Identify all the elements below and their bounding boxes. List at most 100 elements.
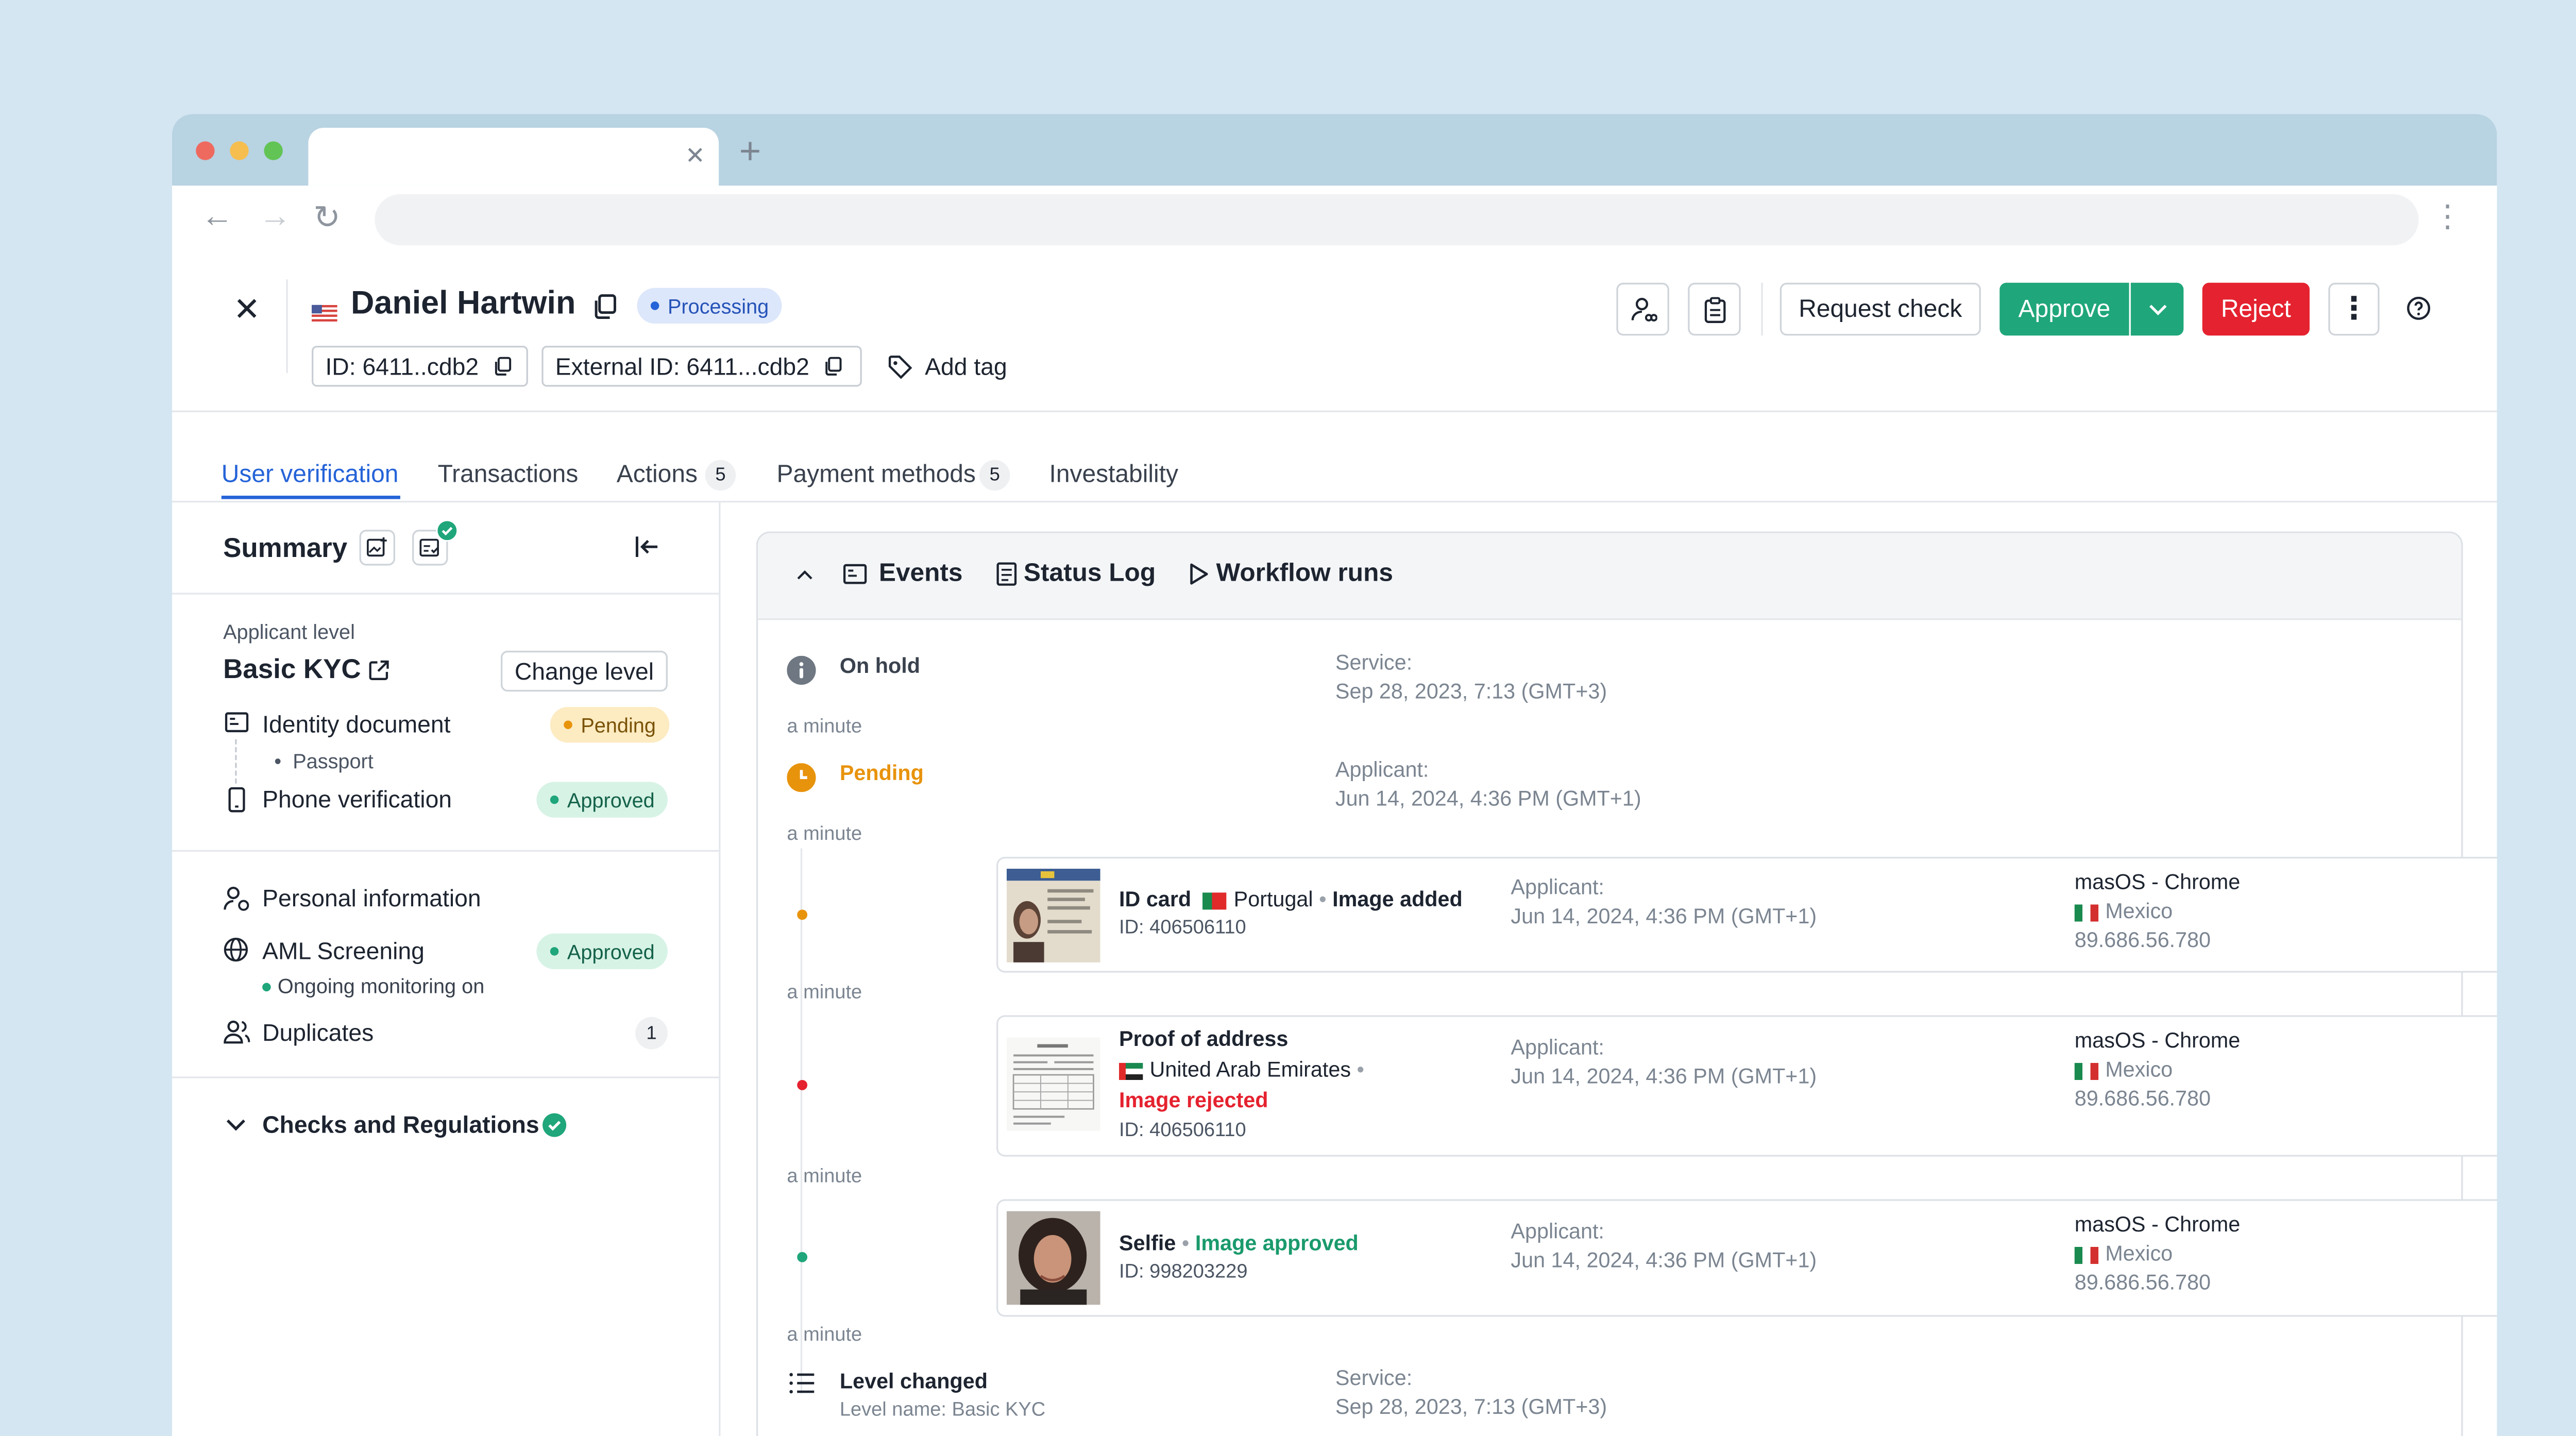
browser-tab[interactable]: ✕ (308, 127, 719, 186)
user-link-button[interactable] (1616, 282, 1669, 336)
copy-name-icon[interactable] (591, 293, 618, 320)
tag-icon[interactable] (887, 354, 913, 380)
aml-screening-label[interactable]: AML Screening (262, 937, 425, 964)
tab-payment-methods[interactable]: Payment methods (777, 462, 976, 489)
close-icon[interactable]: ✕ (233, 291, 261, 330)
minimize-window-dot[interactable] (230, 141, 249, 160)
clipboard-button[interactable] (1688, 282, 1741, 336)
selfie-event-card[interactable]: Selfie • Image approved ID: 998203229 Ap… (996, 1199, 2497, 1317)
reject-button[interactable]: Reject (2202, 282, 2310, 336)
tab-status-log[interactable]: Status Log (1024, 559, 1156, 587)
tab-investability[interactable]: Investability (1049, 462, 1178, 489)
id-card-id: ID: 406506110 (1119, 918, 1246, 939)
forward-icon[interactable]: → (259, 199, 292, 237)
tab-actions[interactable]: Actions (617, 462, 698, 489)
selfie-thumbnail[interactable] (1006, 1211, 1100, 1305)
browser-window: ✕ + ← → ↻ ⋮ ✕ Daniel Hartwin Processing … (172, 114, 2497, 1436)
phone-verification-label[interactable]: Phone verification (262, 785, 452, 813)
applicant-level-label: Applicant level (223, 620, 355, 644)
address-title: Proof of address (1119, 1027, 1289, 1051)
tab-workflow-runs[interactable]: Workflow runs (1216, 559, 1393, 587)
copy-external-id-icon[interactable] (823, 356, 843, 377)
id-card-geo: Mexico (2074, 900, 2173, 923)
tree-connector (235, 739, 239, 784)
selfie-time: Jun 14, 2024, 4:36 PM (GMT+1) (1511, 1248, 1817, 1273)
copy-id-icon[interactable] (493, 356, 513, 377)
external-id-chip[interactable]: External ID: 6411...cdb2 (541, 346, 862, 387)
selfie-geo-label: Mexico (2105, 1242, 2173, 1266)
timeline-dot (797, 1252, 808, 1262)
add-image-button[interactable] (359, 530, 395, 566)
stage: ✕ + ← → ↻ ⋮ ✕ Daniel Hartwin Processing … (0, 0, 2576, 1436)
reload-icon[interactable]: ↻ (313, 199, 341, 239)
personal-information-label[interactable]: Personal information (262, 884, 481, 911)
address-bar[interactable] (375, 194, 2419, 246)
help-icon[interactable] (2406, 296, 2430, 320)
checks-regulations-label[interactable]: Checks and Regulations (262, 1111, 539, 1138)
monitoring-label: Ongoing monitoring on (277, 974, 485, 999)
more-actions-button[interactable]: ⋮ (2328, 282, 2380, 336)
gap-label: a minute (787, 1325, 862, 1346)
add-tag-button[interactable]: Add tag (925, 352, 1007, 380)
info-icon (787, 655, 816, 685)
identity-document-label[interactable]: Identity document (262, 711, 450, 738)
summary-title: Summary (223, 535, 348, 564)
uae-flag-icon (1119, 1062, 1143, 1080)
browser-menu-icon[interactable]: ⋮ (2432, 199, 2463, 235)
address-geo-label: Mexico (2105, 1058, 2173, 1082)
id-card-country: Portugal (1233, 887, 1313, 911)
us-flag-icon (311, 298, 337, 329)
play-icon (1190, 563, 1208, 585)
address-source: Applicant: (1511, 1036, 1604, 1060)
maximize-window-dot[interactable] (264, 141, 283, 160)
globe-icon (224, 938, 248, 962)
monitoring-dot (262, 983, 271, 992)
collapse-sidebar-icon[interactable] (634, 535, 661, 559)
id-card-ip: 89.686.56.780 (2074, 928, 2211, 953)
passport-item: • Passport (274, 749, 374, 773)
on-hold-source: Service: (1335, 650, 1413, 675)
level-name: Basic KYC (223, 655, 361, 685)
pending-source: Applicant: (1335, 758, 1429, 782)
address-event-card[interactable]: Proof of address United Arab Emirates • … (996, 1015, 2497, 1157)
selfie-title: Selfie (1119, 1231, 1176, 1256)
actions-count-badge: 5 (705, 460, 736, 491)
id-card-device: masOS - Chrome (2074, 870, 2241, 894)
active-tab-indicator (221, 496, 400, 499)
change-level-button[interactable]: Change level (500, 650, 668, 692)
chevron-up-icon[interactable] (795, 569, 814, 581)
add-image-icon (367, 537, 387, 557)
applicant-name: Daniel Hartwin (351, 286, 576, 322)
external-id: External ID: 6411...cdb2 (555, 352, 809, 380)
back-icon[interactable]: ← (201, 199, 233, 237)
personal-info-icon (224, 886, 249, 911)
portugal-flag-icon (1203, 892, 1227, 909)
close-window-dot[interactable] (196, 141, 215, 160)
id-card-event-card[interactable]: ID card Portugal • Image added ID: 40650… (996, 856, 2497, 973)
tab-transactions[interactable]: Transactions (438, 462, 579, 489)
approve-options-button[interactable] (2130, 282, 2184, 336)
close-tab-icon[interactable]: ✕ (685, 141, 705, 170)
address-time: Jun 14, 2024, 4:36 PM (GMT+1) (1511, 1065, 1817, 1089)
address-geo: Mexico (2074, 1058, 2173, 1082)
duplicates-label[interactable]: Duplicates (262, 1019, 374, 1046)
id-card-thumbnail[interactable] (1006, 869, 1100, 962)
pending-title: Pending (839, 761, 924, 786)
phone-status-badge: Approved (536, 782, 669, 818)
pending-time: Jun 14, 2024, 4:36 PM (GMT+1) (1335, 787, 1641, 811)
status-log-icon (996, 562, 1017, 586)
request-check-button[interactable]: Request check (1780, 282, 1981, 336)
tab-events[interactable]: Events (879, 559, 963, 587)
applicant-id-chip[interactable]: ID: 6411..cdb2 (311, 346, 528, 387)
tab-user-verification[interactable]: User verification (222, 462, 399, 489)
mexico-flag-icon (2074, 1062, 2098, 1080)
approve-button[interactable]: Approve (1999, 282, 2129, 336)
address-row: ← → ↻ ⋮ (172, 185, 2497, 254)
selfie-ip: 89.686.56.780 (2074, 1271, 2211, 1295)
chevron-down-icon[interactable] (225, 1118, 247, 1133)
external-link-icon[interactable] (368, 659, 390, 681)
address-thumbnail[interactable] (1006, 1037, 1100, 1131)
passport-label: Passport (293, 749, 374, 773)
id-card-time: Jun 14, 2024, 4:36 PM (GMT+1) (1511, 904, 1817, 928)
new-tab-icon[interactable]: + (739, 129, 761, 174)
